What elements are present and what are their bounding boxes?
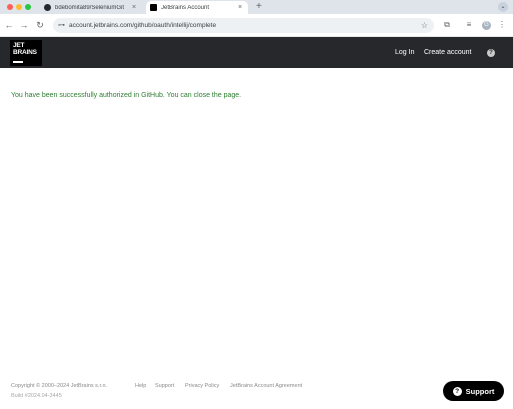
- browser-tab-strip: bdebomita89/SeleniumGit × JetBrains Acco…: [0, 0, 514, 14]
- media-controls-icon[interactable]: ≡: [463, 19, 475, 31]
- tab-github[interactable]: bdebomita89/SeleniumGit ×: [40, 1, 142, 14]
- create-account-link[interactable]: Create account: [424, 48, 471, 57]
- extensions-icon[interactable]: ⧉: [441, 19, 453, 31]
- footer-link-support[interactable]: Support: [155, 382, 174, 390]
- build-number: Build #2024.04-3445: [11, 393, 62, 399]
- help-icon[interactable]: ?: [487, 49, 495, 57]
- url-text[interactable]: account.jetbrains.com/github/oauth/intel…: [69, 20, 216, 31]
- tab-title: bdebomita89/SeleniumGit: [55, 4, 125, 11]
- reload-button[interactable]: ↻: [34, 19, 46, 31]
- footer-link-account-agreement[interactable]: JetBrains Account Agreement: [230, 382, 302, 390]
- footer-link-privacy-policy[interactable]: Privacy Policy: [185, 382, 219, 390]
- site-header: JET BRAINS Log In Create account ?: [0, 37, 514, 68]
- tab-jetbrains-account[interactable]: JetBrains Account ×: [146, 1, 248, 14]
- support-icon: ?: [452, 386, 462, 396]
- site-info-icon[interactable]: ⊶: [58, 21, 65, 30]
- profile-avatar[interactable]: G: [482, 21, 491, 30]
- support-button[interactable]: ? Support: [443, 381, 504, 401]
- forward-button[interactable]: →: [18, 19, 30, 31]
- tab-close-icon[interactable]: ×: [130, 4, 138, 11]
- window-minimize-button[interactable]: [16, 4, 22, 10]
- browser-toolbar: ← → ↻ ⊶ account.jetbrains.com/github/oau…: [0, 14, 514, 37]
- address-bar[interactable]: ⊶ account.jetbrains.com/github/oauth/int…: [53, 18, 434, 33]
- footer-link-help[interactable]: Help: [135, 382, 146, 390]
- tab-search-icon[interactable]: ⌄: [498, 2, 508, 12]
- tab-close-icon[interactable]: ×: [236, 4, 244, 11]
- browser-menu-icon[interactable]: ⋮: [496, 19, 508, 31]
- back-button[interactable]: ←: [3, 19, 15, 31]
- logo-bar: [13, 61, 23, 63]
- window-zoom-button[interactable]: [25, 4, 31, 10]
- jetbrains-logo[interactable]: JET BRAINS: [10, 40, 42, 66]
- bookmark-star-icon[interactable]: ☆: [421, 20, 428, 31]
- jetbrains-icon: [150, 4, 157, 11]
- logo-text: JET BRAINS: [13, 42, 37, 56]
- success-message: You have been successfully authorized in…: [11, 92, 242, 99]
- new-tab-button[interactable]: +: [256, 0, 262, 14]
- copyright-text: Copyright © 2000–2024 JetBrains s.r.o.: [11, 383, 108, 389]
- support-label: Support: [465, 386, 495, 396]
- github-icon: [44, 4, 51, 11]
- tab-title: JetBrains Account: [161, 4, 210, 11]
- window-close-button[interactable]: [7, 4, 13, 10]
- login-link[interactable]: Log In: [395, 48, 414, 57]
